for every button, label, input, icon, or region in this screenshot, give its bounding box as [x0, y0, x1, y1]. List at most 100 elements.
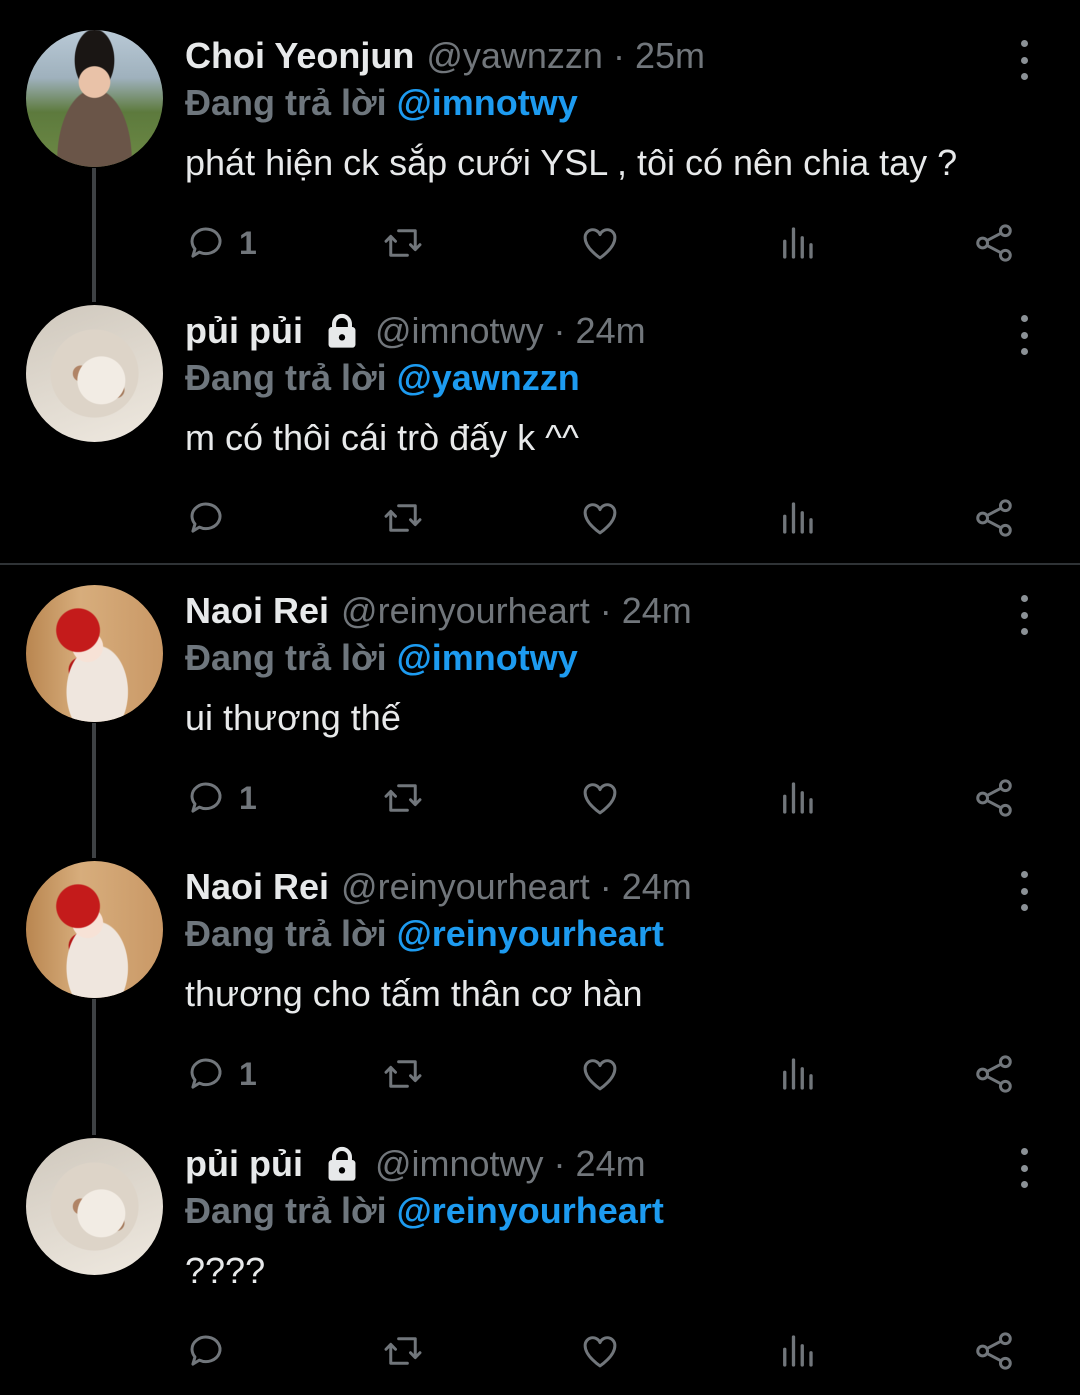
separator-dot: · [553, 1143, 566, 1184]
share-button[interactable] [973, 218, 1015, 268]
replying-to-label: Đang trả lời [185, 357, 387, 398]
like-button[interactable] [579, 1049, 621, 1099]
share-button[interactable] [973, 1049, 1015, 1099]
stats-button[interactable] [776, 773, 818, 823]
retweet-icon [382, 1330, 424, 1372]
replying-to-handle[interactable]: @imnotwy [397, 637, 578, 678]
avatar[interactable] [26, 861, 163, 998]
replying-to-handle[interactable]: @imnotwy [397, 82, 578, 123]
tweet-text: ???? [185, 1250, 266, 1291]
timestamp[interactable]: 24m [622, 590, 692, 632]
tweet[interactable]: Naoi Rei @reinyourheart · 24m Đang trả l… [0, 585, 1080, 830]
action-bar: 1 [0, 773, 1080, 823]
avatar[interactable] [26, 585, 163, 722]
display-name[interactable]: pủi pủi [185, 1143, 303, 1185]
replying-to: Đang trả lời @reinyourheart [185, 913, 664, 955]
tweet-thread: Choi Yeonjun @yawnzzn · 25m Đang trả lời… [0, 0, 1080, 1395]
user-handle[interactable]: @reinyourheart [341, 590, 590, 632]
avatar[interactable] [26, 1138, 163, 1275]
timestamp[interactable]: 24m [576, 1143, 646, 1185]
replying-to: Đang trả lời @yawnzzn [185, 357, 580, 399]
display-name[interactable]: pủi pủi [185, 310, 303, 352]
tweet-header: Naoi Rei @reinyourheart · 24m [185, 865, 692, 909]
tweet-header: pủi pủi @imnotwy · 24m [185, 1142, 646, 1186]
stats-icon [776, 1053, 818, 1095]
share-button[interactable] [973, 1326, 1015, 1376]
like-button[interactable] [579, 773, 621, 823]
stats-icon [776, 222, 818, 264]
avatar[interactable] [26, 305, 163, 442]
retweet-icon [382, 1053, 424, 1095]
share-icon [973, 222, 1015, 264]
more-icon[interactable] [1010, 871, 1038, 911]
action-bar: 1 [0, 1049, 1080, 1099]
replying-to-handle[interactable]: @yawnzzn [397, 357, 580, 398]
tweet[interactable]: pủi pủi @imnotwy · 24m Đang trả lời @rei… [0, 1138, 1080, 1383]
replying-to: Đang trả lời @imnotwy [185, 637, 578, 679]
like-icon [579, 1053, 621, 1095]
more-icon[interactable] [1010, 595, 1038, 635]
reply-button[interactable] [185, 1326, 239, 1376]
share-button[interactable] [973, 493, 1015, 543]
tweet-header: Naoi Rei @reinyourheart · 24m [185, 589, 692, 633]
timestamp[interactable]: 24m [576, 310, 646, 352]
avatar[interactable] [26, 30, 163, 167]
tweet-header: pủi pủi @imnotwy · 24m [185, 309, 646, 353]
replying-to-handle[interactable]: @reinyourheart [397, 913, 664, 954]
reply-button[interactable]: 1 [185, 1049, 257, 1099]
share-icon [973, 497, 1015, 539]
conversation-divider [0, 563, 1080, 565]
more-icon[interactable] [1010, 1148, 1038, 1188]
stats-button[interactable] [776, 1326, 818, 1376]
retweet-button[interactable] [382, 493, 424, 543]
reply-button[interactable]: 1 [185, 773, 257, 823]
tweet-text: phát hiện ck sắp cưới YSL , tôi có nên c… [185, 142, 958, 183]
more-icon[interactable] [1010, 40, 1038, 80]
user-handle[interactable]: @imnotwy [375, 310, 544, 352]
reply-icon [185, 222, 227, 264]
tweet[interactable]: Choi Yeonjun @yawnzzn · 25m Đang trả lời… [0, 30, 1080, 275]
like-icon [579, 222, 621, 264]
like-icon [579, 777, 621, 819]
retweet-button[interactable] [382, 218, 424, 268]
stats-button[interactable] [776, 1049, 818, 1099]
stats-button[interactable] [776, 218, 818, 268]
display-name[interactable]: Choi Yeonjun [185, 35, 414, 77]
user-handle[interactable]: @reinyourheart [341, 866, 590, 908]
reply-count: 1 [239, 779, 257, 816]
user-handle[interactable]: @imnotwy [375, 1143, 544, 1185]
timestamp[interactable]: 25m [635, 35, 705, 77]
tweet[interactable]: Naoi Rei @reinyourheart · 24m Đang trả l… [0, 861, 1080, 1106]
tweet[interactable]: pủi pủi @imnotwy · 24m Đang trả lời @yaw… [0, 305, 1080, 550]
timestamp[interactable]: 24m [622, 866, 692, 908]
like-icon [579, 1330, 621, 1372]
user-handle[interactable]: @yawnzzn [426, 35, 603, 77]
replying-to: Đang trả lời @imnotwy [185, 82, 578, 124]
stats-icon [776, 497, 818, 539]
replying-to-label: Đang trả lời [185, 82, 387, 123]
share-button[interactable] [973, 773, 1015, 823]
replying-to-handle[interactable]: @reinyourheart [397, 1190, 664, 1231]
reply-count: 1 [239, 224, 257, 261]
retweet-button[interactable] [382, 1049, 424, 1099]
action-bar: 1 [0, 218, 1080, 268]
display-name[interactable]: Naoi Rei [185, 590, 329, 632]
reply-button[interactable]: 1 [185, 218, 257, 268]
display-name[interactable]: Naoi Rei [185, 866, 329, 908]
tweet-text: m có thôi cái trò đấy k ^^ [185, 417, 579, 458]
stats-button[interactable] [776, 493, 818, 543]
like-button[interactable] [579, 218, 621, 268]
more-icon[interactable] [1010, 315, 1038, 355]
separator-dot: · [553, 310, 566, 351]
reply-button[interactable] [185, 493, 239, 543]
like-button[interactable] [579, 1326, 621, 1376]
retweet-button[interactable] [382, 1326, 424, 1376]
retweet-button[interactable] [382, 773, 424, 823]
retweet-icon [382, 497, 424, 539]
lock-icon [323, 1145, 361, 1183]
tweet-text: thương cho tấm thân cơ hàn [185, 973, 643, 1014]
like-button[interactable] [579, 493, 621, 543]
reply-icon [185, 497, 227, 539]
stats-icon [776, 1330, 818, 1372]
replying-to-label: Đang trả lời [185, 637, 387, 678]
